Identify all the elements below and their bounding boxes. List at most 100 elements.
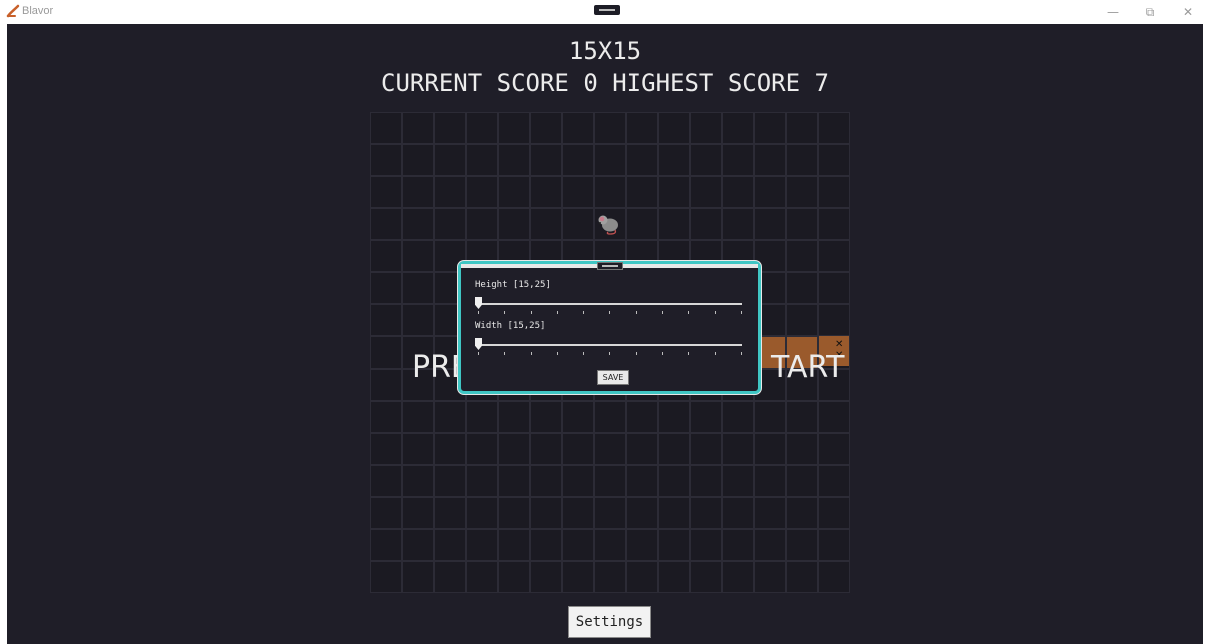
slider-track <box>475 303 742 305</box>
board-cell <box>755 209 785 240</box>
board-cell <box>435 177 465 208</box>
slider-tick <box>504 352 506 355</box>
board-cell <box>563 529 593 560</box>
board-cell <box>819 273 849 304</box>
board-cell <box>691 177 721 208</box>
board-cell <box>499 401 529 432</box>
board-cell <box>819 465 849 496</box>
board-cell <box>435 465 465 496</box>
board-cell <box>563 209 593 240</box>
board-cell <box>435 401 465 432</box>
board-cell <box>371 401 401 432</box>
window-drag-handle[interactable] <box>594 5 620 15</box>
board-cell <box>403 529 433 560</box>
board-cell <box>627 529 657 560</box>
board-cell <box>755 465 785 496</box>
board-cell <box>819 145 849 176</box>
board-cell <box>723 209 753 240</box>
slider-ticks <box>478 311 742 315</box>
dialog-drag-handle[interactable] <box>597 262 623 270</box>
width-slider[interactable] <box>475 337 742 357</box>
window-title: Blavor <box>22 5 54 17</box>
board-cell <box>659 465 689 496</box>
board-cell <box>371 177 401 208</box>
board-cell <box>435 209 465 240</box>
board-cell <box>371 241 401 272</box>
board-cell <box>691 497 721 528</box>
slider-thumb[interactable] <box>475 338 482 350</box>
board-cell <box>403 177 433 208</box>
board-cell <box>723 561 753 592</box>
board-cell <box>371 433 401 464</box>
board-cell <box>563 113 593 144</box>
slider-tick <box>478 352 479 355</box>
board-cell <box>467 145 497 176</box>
slider-thumb[interactable] <box>475 297 482 309</box>
board-cell <box>723 465 753 496</box>
settings-button[interactable]: Settings <box>568 606 651 638</box>
board-cell <box>691 209 721 240</box>
board-cell <box>627 177 657 208</box>
board-cell <box>787 177 817 208</box>
board-cell <box>563 145 593 176</box>
height-label: Height [15,25] <box>475 280 551 290</box>
board-cell <box>403 113 433 144</box>
board-cell <box>787 145 817 176</box>
board-cell <box>403 561 433 592</box>
board-cell <box>787 113 817 144</box>
board-cell <box>563 561 593 592</box>
board-cell <box>499 177 529 208</box>
board-cell <box>659 433 689 464</box>
board-cell <box>371 529 401 560</box>
board-cell <box>595 401 625 432</box>
app-logo-icon <box>6 4 20 18</box>
board-cell <box>531 145 561 176</box>
board-cell <box>371 273 401 304</box>
board-cell <box>531 209 561 240</box>
board-cell <box>723 497 753 528</box>
board-cell <box>755 497 785 528</box>
board-cell <box>563 177 593 208</box>
height-slider[interactable] <box>475 296 742 316</box>
board-cell <box>467 177 497 208</box>
board-cell <box>723 145 753 176</box>
board-cell <box>659 113 689 144</box>
board-cell <box>787 241 817 272</box>
board-cell <box>435 497 465 528</box>
board-cell <box>755 433 785 464</box>
board-cell <box>787 561 817 592</box>
board-cell <box>467 209 497 240</box>
slider-tick <box>688 311 690 314</box>
board-cell <box>499 433 529 464</box>
board-cell <box>627 209 657 240</box>
board-cell <box>595 497 625 528</box>
save-button[interactable]: SAVE <box>597 370 629 385</box>
settings-dialog: Height [15,25] Width [15,25] SAVE <box>458 261 761 394</box>
board-cell <box>691 113 721 144</box>
board-cell <box>755 145 785 176</box>
board-cell <box>819 209 849 240</box>
board-cell <box>819 401 849 432</box>
slider-tick <box>478 311 479 314</box>
board-cell <box>499 529 529 560</box>
board-cell <box>819 305 849 336</box>
board-cell <box>403 401 433 432</box>
board-cell <box>403 305 433 336</box>
board-cell <box>755 177 785 208</box>
board-cell <box>371 369 401 400</box>
board-cell <box>403 497 433 528</box>
minimize-button[interactable]: — <box>1098 3 1128 21</box>
board-cell <box>627 401 657 432</box>
board-cell <box>403 209 433 240</box>
board-cell <box>691 561 721 592</box>
board-cell <box>595 529 625 560</box>
slider-tick <box>635 311 637 314</box>
close-button[interactable]: ✕ <box>1173 3 1203 21</box>
board-cell <box>531 561 561 592</box>
board-cell <box>627 497 657 528</box>
slider-tick <box>635 352 637 355</box>
board-cell <box>467 113 497 144</box>
slider-tick <box>740 352 742 355</box>
restore-button[interactable]: ⧉ <box>1135 3 1165 21</box>
board-cell <box>659 209 689 240</box>
